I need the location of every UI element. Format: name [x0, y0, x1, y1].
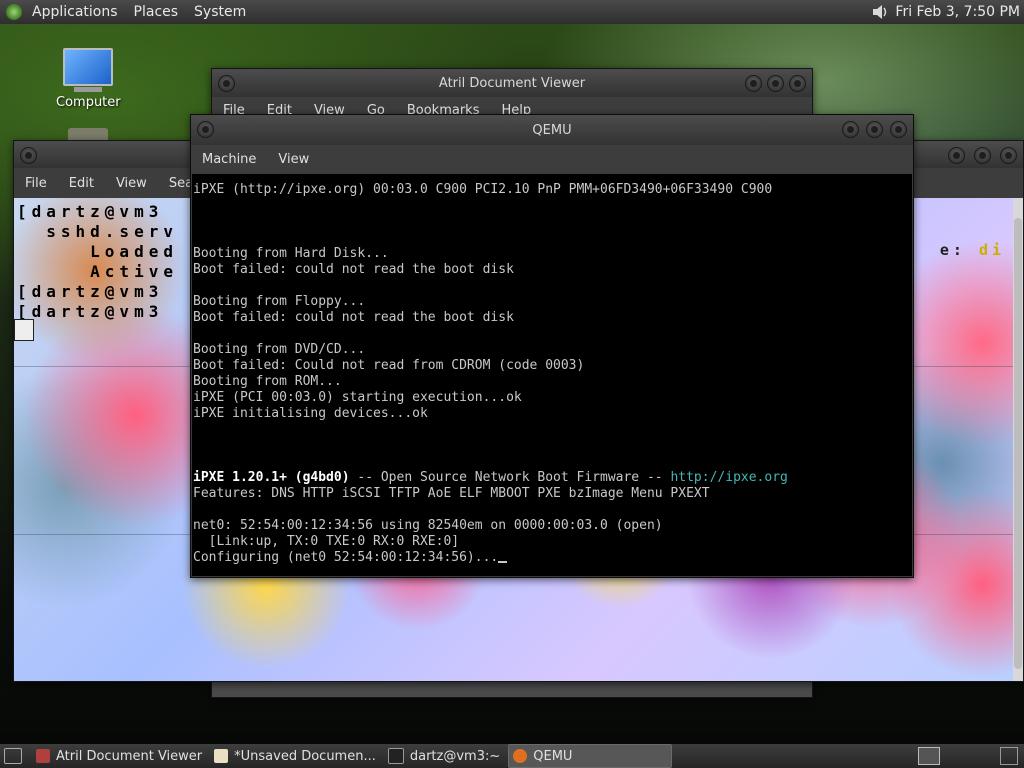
window-menu-icon[interactable] [197, 121, 214, 138]
vm-line: Booting from ROM... [193, 374, 342, 389]
qemu-titlebar[interactable]: QEMU [191, 115, 913, 145]
maximize-icon[interactable] [767, 75, 784, 92]
menu-places[interactable]: Places [126, 4, 187, 20]
top-panel: Applications Places System Fri Feb 3, 7:… [0, 0, 1024, 24]
clock[interactable]: Fri Feb 3, 7:50 PM [895, 4, 1024, 20]
vm-line-ipxe-banner: iPXE 1.20.1+ (g4bd0) -- Open Source Netw… [193, 470, 788, 485]
vm-line: iPXE (http://ipxe.org) 00:03.0 C900 PCI2… [193, 182, 773, 197]
vm-line-configuring: Configuring (net0 52:54:00:12:34:56)... [192, 550, 912, 566]
qemu-menubar: Machine View [191, 145, 913, 173]
vm-line: net0: 52:54:00:12:34:56 using 82540em on… [193, 518, 663, 533]
atril-title: Atril Document Viewer [438, 75, 586, 91]
distro-logo-icon[interactable] [6, 4, 22, 20]
text-editor-icon [214, 749, 229, 763]
maximize-icon[interactable] [866, 121, 883, 138]
window-menu-icon[interactable] [20, 147, 37, 164]
terminal-scrollbar[interactable] [1013, 198, 1023, 681]
vm-display[interactable]: iPXE (http://ipxe.org) 00:03.0 C900 PCI2… [192, 174, 912, 576]
vm-line: Booting from DVD/CD... [193, 342, 366, 357]
close-icon[interactable] [890, 121, 907, 138]
terminal-output: [dartz@vm3 sshd.serv Loaded Active [dartz… [17, 202, 178, 321]
workspace-switcher[interactable] [918, 747, 940, 765]
vm-line: Features: DNS HTTP iSCSI TFTP AoE ELF MB… [193, 486, 710, 501]
vm-line: Boot failed: could not read the boot dis… [193, 310, 514, 325]
vm-line: Boot failed: Could not read from CDROM (… [193, 358, 585, 373]
bottom-panel: Atril Document Viewer *Unsaved Documen..… [0, 744, 1024, 768]
task-terminal[interactable]: dartz@vm3:~ [384, 745, 506, 767]
desktop-icon-label: Computer [56, 95, 121, 110]
terminal-menu-view[interactable]: View [105, 176, 158, 191]
close-icon[interactable] [1000, 147, 1017, 164]
terminal-cursor [14, 319, 34, 341]
vm-line: iPXE initialising devices...ok [193, 406, 428, 421]
qemu-window: QEMU Machine View iPXE (http://ipxe.org)… [190, 114, 914, 578]
menu-applications[interactable]: Applications [24, 4, 126, 20]
minimize-icon[interactable] [948, 147, 965, 164]
vm-line: iPXE (PCI 00:03.0) starting execution...… [193, 390, 522, 405]
terminal-icon [387, 748, 404, 764]
vm-cursor [498, 561, 508, 563]
qemu-menu-machine[interactable]: Machine [191, 152, 267, 167]
minimize-icon[interactable] [745, 75, 762, 92]
task-atril[interactable]: Atril Document Viewer [32, 745, 208, 767]
terminal-menu-edit[interactable]: Edit [58, 176, 105, 191]
minimize-icon[interactable] [842, 121, 859, 138]
atril-icon [36, 749, 50, 763]
speaker-icon[interactable] [871, 4, 889, 20]
maximize-icon[interactable] [974, 147, 991, 164]
vm-line: Booting from Hard Disk... [193, 246, 389, 261]
qemu-menu-view[interactable]: View [267, 152, 320, 167]
vm-line: Booting from Floppy... [193, 294, 366, 309]
task-text-editor[interactable]: *Unsaved Documen... [210, 745, 382, 767]
qemu-icon [513, 749, 528, 763]
ipxe-link: http://ipxe.org [670, 470, 788, 485]
close-icon[interactable] [789, 75, 806, 92]
computer-icon [63, 48, 113, 86]
show-desktop-icon[interactable] [4, 748, 22, 764]
desktop-icon-computer[interactable]: Computer [56, 48, 121, 110]
terminal-menu-file[interactable]: File [14, 176, 58, 191]
terminal-right-text: e: di [939, 241, 1005, 259]
trash-icon[interactable] [1000, 747, 1018, 765]
menu-system[interactable]: System [186, 4, 254, 20]
atril-titlebar[interactable]: Atril Document Viewer [212, 69, 812, 97]
vm-line: Boot failed: could not read the boot dis… [193, 262, 514, 277]
task-qemu[interactable]: QEMU [508, 744, 673, 768]
qemu-title: QEMU [532, 122, 572, 138]
window-menu-icon[interactable] [218, 75, 235, 92]
vm-line: [Link:up, TX:0 TXE:0 RX:0 RXE:0] [193, 534, 460, 549]
